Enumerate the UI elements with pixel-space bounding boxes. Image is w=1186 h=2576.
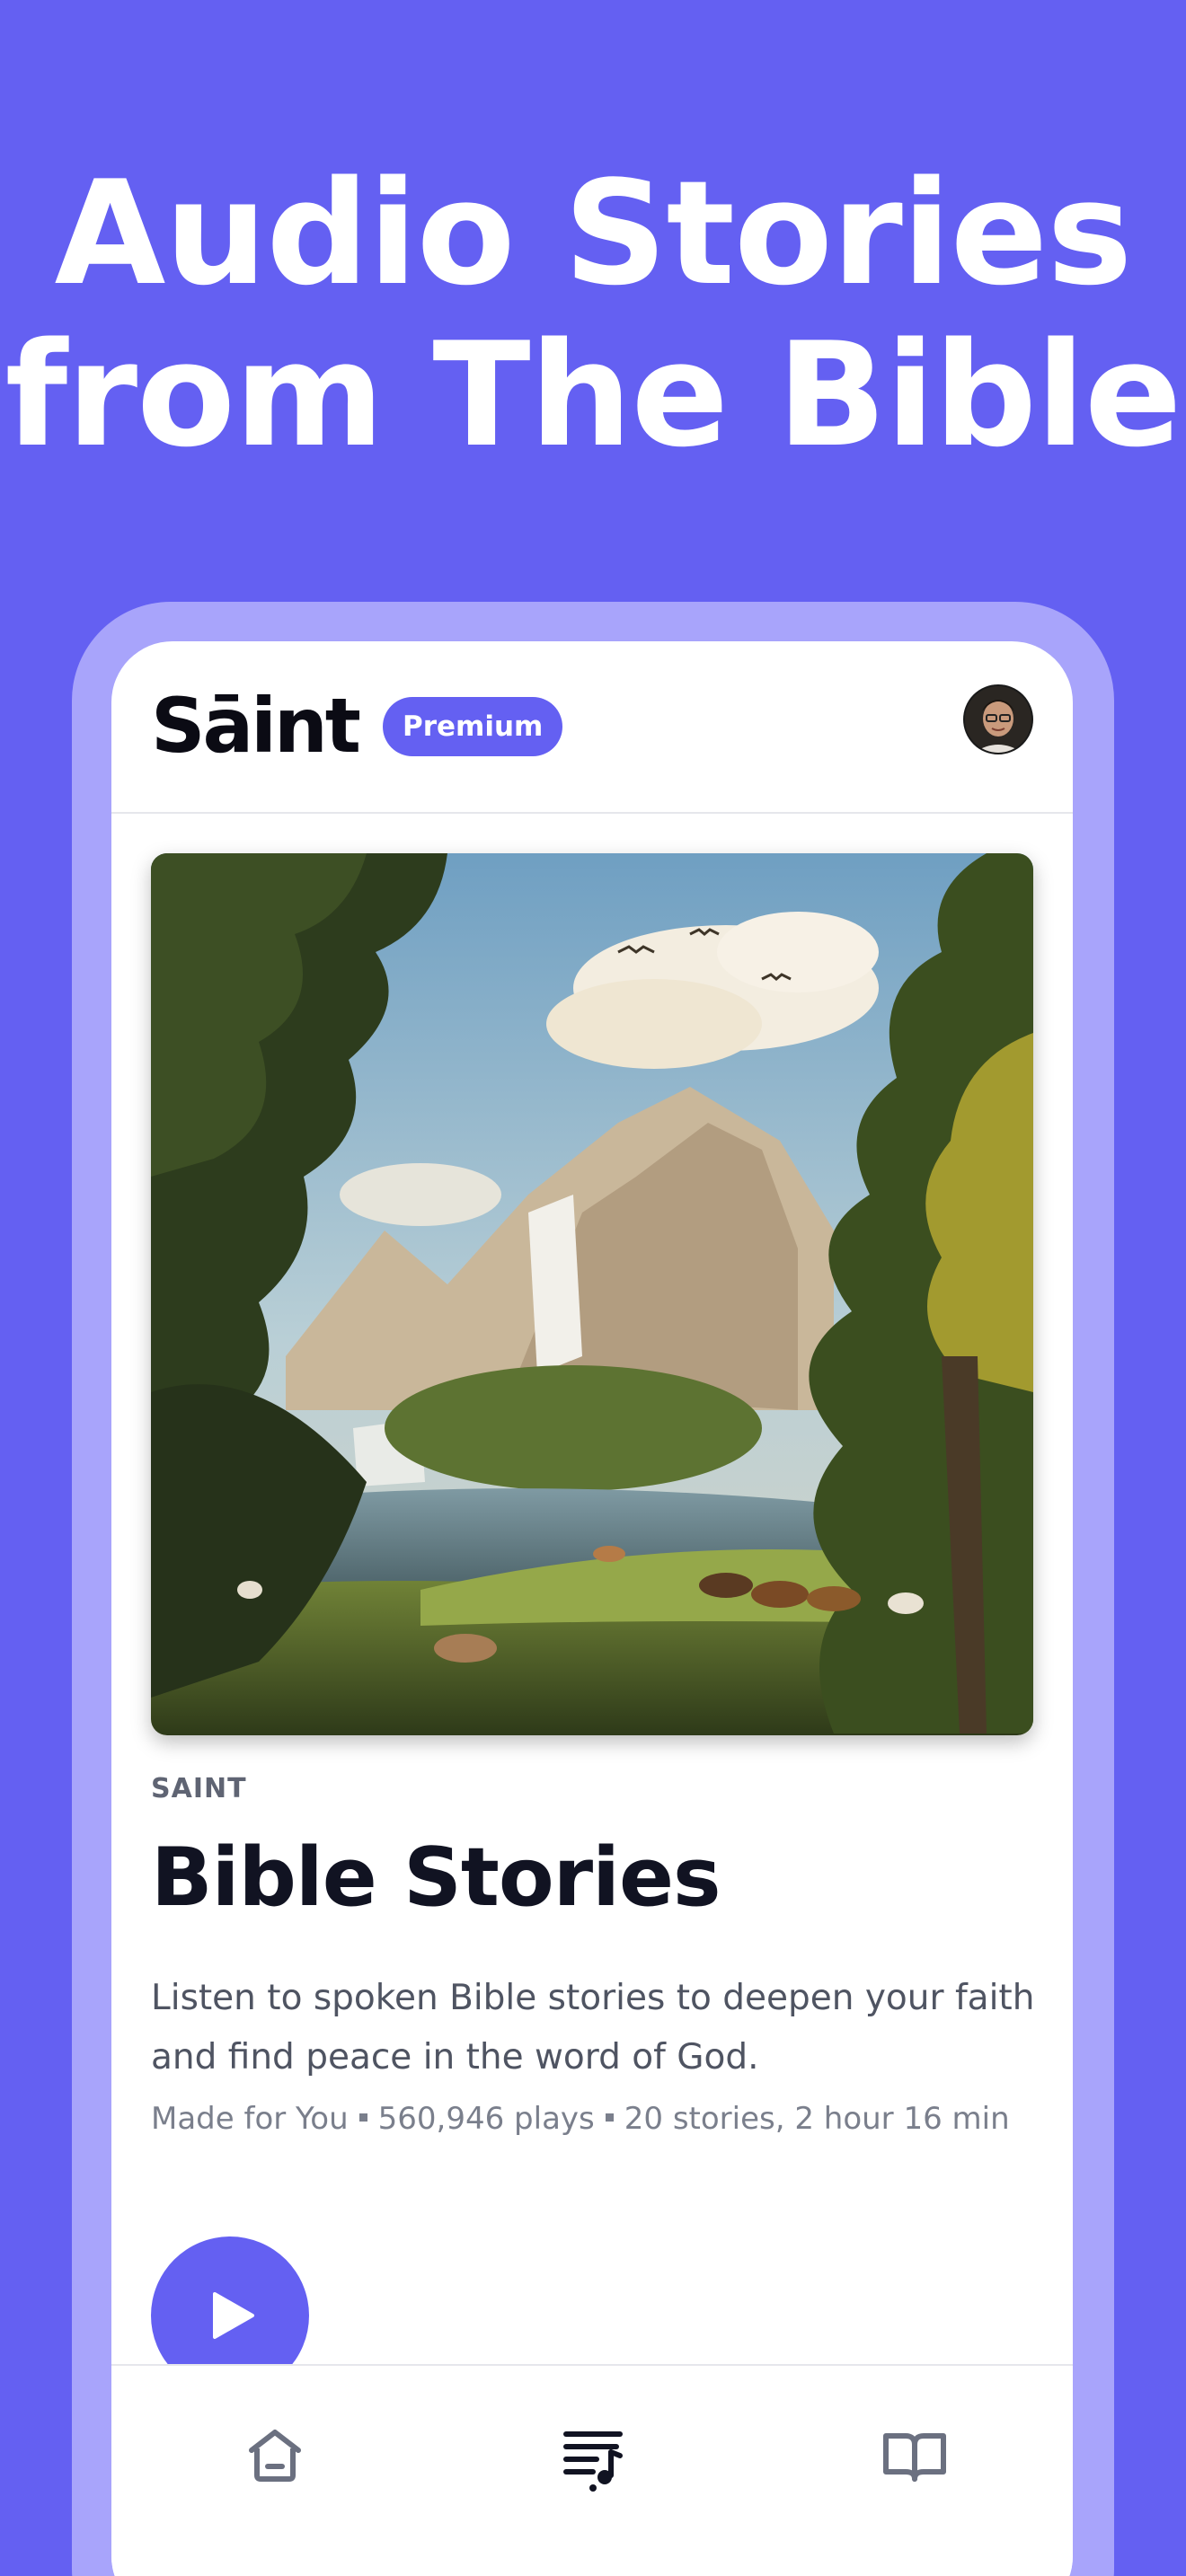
collection-meta: Made for You 560,946 plays 20 stories, 2 h… bbox=[151, 2096, 1049, 2141]
cover-art-image[interactable] bbox=[151, 853, 1033, 1735]
meta-plays: 560,946 plays bbox=[377, 2101, 595, 2137]
premium-badge[interactable]: Premium bbox=[383, 697, 563, 756]
collection-title: Bible Stories bbox=[151, 1831, 721, 1925]
nav-playlist[interactable] bbox=[557, 2420, 629, 2492]
playlist-icon bbox=[563, 2431, 623, 2492]
app-logo: Sāint bbox=[151, 682, 361, 770]
meta-separator bbox=[358, 2113, 367, 2122]
collection-label: SAINT bbox=[151, 1773, 247, 1804]
meta-made-for: Made for You bbox=[151, 2101, 349, 2137]
meta-separator bbox=[605, 2113, 614, 2122]
play-icon bbox=[213, 2292, 254, 2339]
meta-length: 20 stories, 2 hour 16 min bbox=[624, 2101, 1010, 2137]
bottom-nav bbox=[111, 2364, 1073, 2576]
app-header: Sāint Premium bbox=[111, 641, 1073, 814]
promo-headline: Audio Stories from The Bible bbox=[0, 153, 1186, 476]
nav-home[interactable] bbox=[239, 2420, 311, 2492]
nav-bible[interactable] bbox=[879, 2420, 951, 2492]
avatar[interactable] bbox=[963, 684, 1033, 754]
bible-book-icon bbox=[883, 2433, 946, 2482]
collection-description: Listen to spoken Bible stories to deepen… bbox=[151, 1978, 1035, 2078]
headline-line-1: Audio Stories bbox=[54, 149, 1133, 317]
headline-line-2: from The Bible bbox=[4, 311, 1182, 479]
app-screen: Sāint Premium SAINT Bible Stories Listen… bbox=[111, 641, 1073, 2576]
home-icon bbox=[249, 2430, 301, 2482]
